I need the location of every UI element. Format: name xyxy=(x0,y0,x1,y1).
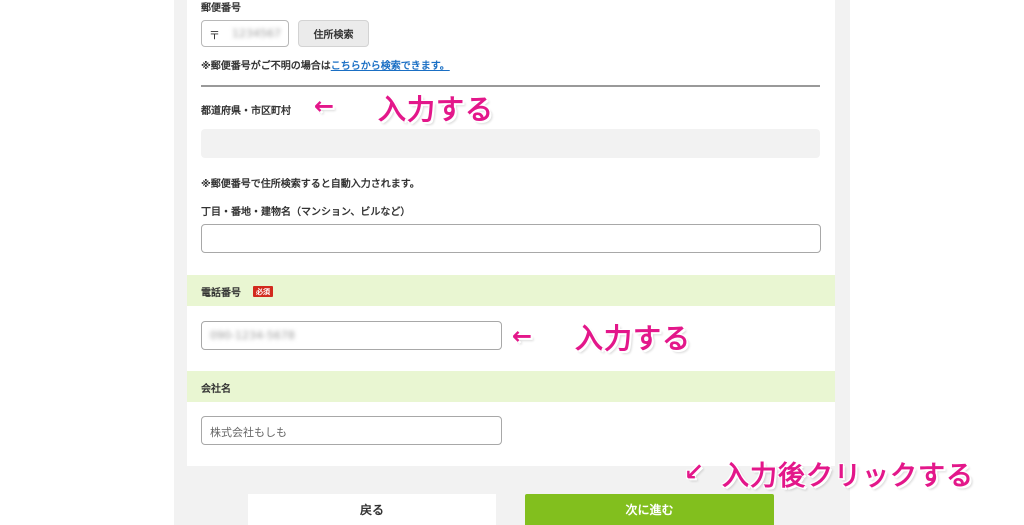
required-badge: 必須 xyxy=(253,286,273,297)
auto-fill-note: ※郵便番号で住所検索すると自動入力されます。 xyxy=(201,179,420,190)
postal-help-prefix: ※郵便番号がご不明の場合は xyxy=(201,61,331,72)
postal-code-input[interactable]: 〒 1234567 xyxy=(201,20,289,47)
prefecture-city-field xyxy=(201,129,820,158)
company-placeholder: 株式会社もしも xyxy=(210,426,287,439)
address-search-button[interactable]: 住所検索 xyxy=(298,20,369,47)
next-button[interactable]: 次に進む xyxy=(525,494,774,525)
annotation-input-text-1: 入力する xyxy=(378,93,495,126)
company-section-header xyxy=(187,371,835,402)
postal-code-label: 郵便番号 xyxy=(201,3,241,14)
phone-value: 090-1234-5678 xyxy=(210,329,295,342)
postal-mark: 〒 xyxy=(209,29,220,42)
section-divider xyxy=(201,85,820,87)
phone-section-header xyxy=(187,275,835,306)
postal-search-link[interactable]: こちらから検索できます。 xyxy=(331,61,450,72)
annotation-arrow-left-icon: ← xyxy=(512,322,533,350)
postal-help-note: ※郵便番号がご不明の場合はこちらから検索できます。 xyxy=(201,57,450,72)
annotation-click-text: 入力後クリックする xyxy=(722,461,974,492)
street-address-label: 丁目・番地・建物名（マンション、ビルなど） xyxy=(201,207,411,218)
postal-code-value: 1234567 xyxy=(232,27,281,40)
annotation-arrow-down-left-icon: ↙ xyxy=(684,458,705,486)
street-address-input[interactable] xyxy=(201,224,821,253)
company-label: 会社名 xyxy=(201,384,231,395)
annotation-arrow-left-icon: ← xyxy=(314,92,335,120)
phone-label: 電話番号 xyxy=(201,288,241,299)
back-button[interactable]: 戻る xyxy=(248,494,496,525)
phone-input[interactable]: 090-1234-5678 xyxy=(201,321,502,350)
company-input[interactable]: 株式会社もしも xyxy=(201,416,502,445)
annotation-input-text-2: 入力する xyxy=(575,322,692,355)
prefecture-city-label: 都道府県・市区町村 xyxy=(201,106,291,117)
